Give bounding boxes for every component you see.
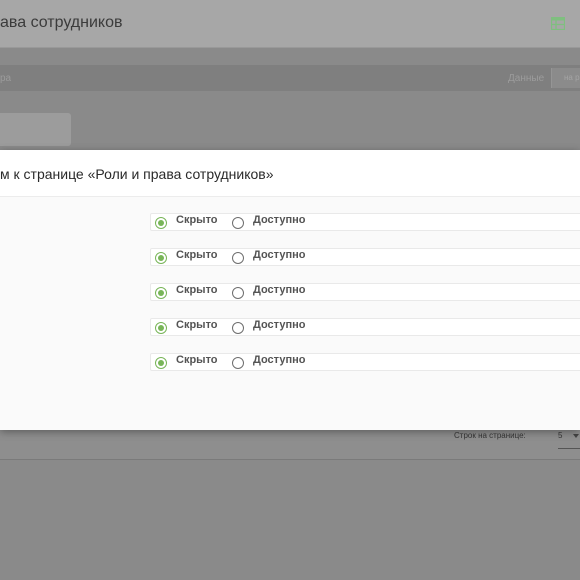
filter-bar: ра Данные на р <box>0 65 580 91</box>
hidden-radio[interactable] <box>155 217 167 229</box>
permission-row: Скрыто Доступно <box>0 318 580 338</box>
available-label[interactable]: Доступно <box>253 214 305 226</box>
hidden-radio[interactable] <box>155 357 167 369</box>
data-filter-input-placeholder: на р <box>564 73 580 82</box>
permission-row: Скрыто Доступно <box>0 213 580 233</box>
dialog-title: м к странице «Роли и права сотрудников» <box>0 166 274 182</box>
hidden-label[interactable]: Скрыто <box>176 354 218 366</box>
available-radio[interactable] <box>232 287 244 299</box>
available-radio[interactable] <box>232 357 244 369</box>
available-label[interactable]: Доступно <box>253 354 305 366</box>
table-footer: Строк на странице: 5 <box>0 430 580 460</box>
data-filter-input[interactable]: на р <box>551 68 580 88</box>
rows-per-page-label: Строк на странице: <box>454 431 526 440</box>
select-underline <box>558 448 580 449</box>
hidden-label[interactable]: Скрыто <box>176 319 218 331</box>
page-header: ава сотрудников <box>0 0 580 48</box>
hidden-label[interactable]: Скрыто <box>176 214 218 226</box>
available-label[interactable]: Доступно <box>253 249 305 261</box>
permission-row: Скрыто Доступно <box>0 353 580 373</box>
available-radio[interactable] <box>232 252 244 264</box>
available-radio[interactable] <box>232 217 244 229</box>
dialog-header: м к странице «Роли и права сотрудников» <box>0 150 580 197</box>
chevron-down-icon <box>573 434 579 438</box>
table-view-icon[interactable] <box>551 17 565 30</box>
access-dialog: м к странице «Роли и права сотрудников» … <box>0 150 580 430</box>
page-title: ава сотрудников <box>0 14 123 31</box>
available-label[interactable]: Доступно <box>253 319 305 331</box>
filter-label: ра <box>0 73 12 84</box>
rows-per-page-value: 5 <box>558 431 563 440</box>
permission-row: Скрыто Доступно <box>0 248 580 268</box>
data-label: Данные <box>508 73 545 84</box>
hidden-label[interactable]: Скрыто <box>176 249 218 261</box>
hidden-radio[interactable] <box>155 322 167 334</box>
hidden-radio[interactable] <box>155 287 167 299</box>
hidden-radio[interactable] <box>155 252 167 264</box>
hidden-label[interactable]: Скрыто <box>176 284 218 296</box>
background-action-button[interactable] <box>0 113 71 146</box>
available-radio[interactable] <box>232 322 244 334</box>
permission-row: Скрыто Доступно <box>0 283 580 303</box>
available-label[interactable]: Доступно <box>253 284 305 296</box>
